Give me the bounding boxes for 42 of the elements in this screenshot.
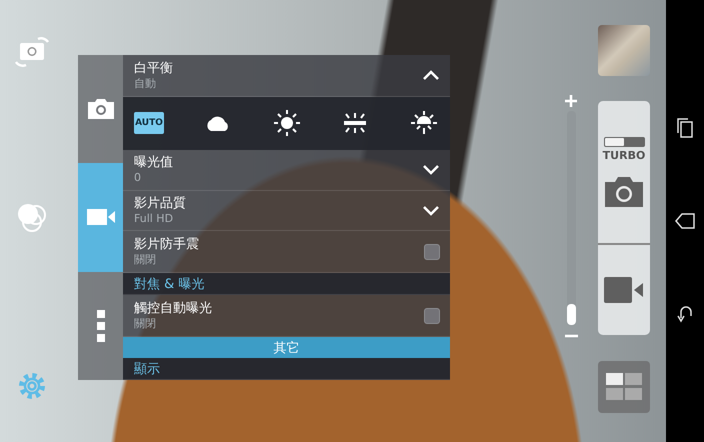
turbo-toggle[interactable]: TURBO — [602, 136, 646, 162]
camera-icon — [86, 98, 116, 120]
plus-icon[interactable] — [564, 94, 578, 108]
recent-apps-icon[interactable] — [677, 118, 693, 138]
minus-icon[interactable] — [565, 333, 578, 339]
fluorescent-light-icon[interactable] — [343, 112, 368, 134]
mode-tab[interactable] — [78, 55, 123, 164]
group-header-bar: 其它 — [123, 337, 450, 358]
setting-title: 觸控自動曝光 — [134, 300, 212, 318]
section-header: 對焦 & 曝光 — [123, 273, 450, 296]
zoom-slider-thumb[interactable] — [567, 304, 576, 325]
last-photo-thumbnail[interactable] — [598, 25, 650, 76]
more-icon — [96, 310, 104, 342]
switch-camera-icon[interactable] — [14, 36, 50, 68]
back-icon[interactable] — [677, 304, 693, 324]
video-record-icon[interactable] — [604, 277, 644, 303]
section-header: 顯示 — [123, 358, 450, 380]
setting-title: 影片防手震 — [134, 236, 199, 254]
checkbox[interactable] — [424, 308, 440, 324]
checkbox[interactable] — [424, 244, 440, 260]
setting-row[interactable]: 影片品質 Full HD — [123, 190, 450, 232]
mode-tab[interactable] — [78, 272, 123, 380]
mode-tab[interactable] — [78, 163, 123, 272]
color-effects-icon[interactable] — [16, 202, 48, 234]
setting-title: 白平衡 — [134, 60, 173, 77]
zoom-slider[interactable] — [567, 111, 576, 325]
setting-row[interactable]: 曝光值 0 — [123, 150, 450, 191]
light-bulb-icon[interactable] — [411, 111, 437, 136]
setting-value: Full HD — [134, 212, 174, 226]
setting-value: 關閉 — [134, 253, 157, 268]
setting-value: 自動 — [134, 76, 157, 91]
setting-title: 曝光值 — [134, 154, 173, 172]
camera-shutter-icon[interactable] — [604, 176, 644, 208]
sun-icon[interactable] — [274, 110, 300, 136]
grid-icon — [606, 373, 642, 401]
auto-mode-option[interactable]: AUTO — [134, 112, 164, 134]
setting-value: 0 — [134, 171, 142, 186]
cloud-icon[interactable] — [204, 115, 231, 132]
video-camera-icon — [86, 208, 116, 226]
setting-title: 影片品質 — [134, 195, 186, 212]
mode-grid-button[interactable] — [598, 361, 650, 413]
setting-value: 關閉 — [134, 317, 157, 332]
